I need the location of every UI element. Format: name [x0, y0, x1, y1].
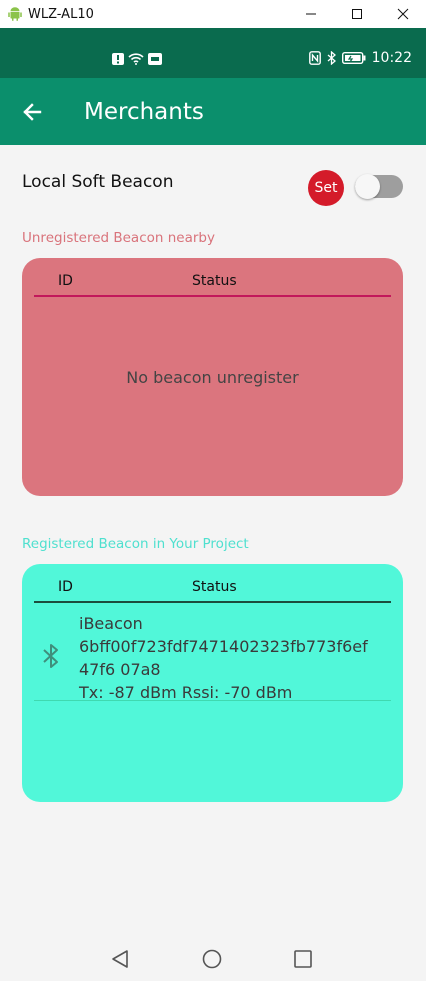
close-icon [397, 8, 409, 20]
nfc-icon [308, 51, 321, 65]
list-item[interactable]: iBeacon 6bff00f723fdf7471402323fb773f6ef… [34, 612, 391, 702]
window-titlebar: WLZ-AL10 [0, 0, 426, 28]
row-divider [34, 700, 391, 701]
back-triangle-icon[interactable] [108, 947, 132, 971]
status-time: 10:22 [371, 50, 412, 66]
app-bar: Merchants [0, 78, 426, 145]
empty-state-text: No beacon unregister [126, 368, 299, 387]
minimize-button[interactable] [288, 0, 334, 28]
bluetooth-icon [43, 644, 58, 668]
registered-table-header: ID Status [34, 564, 391, 603]
arrow-left-icon[interactable] [20, 100, 44, 124]
unregistered-section-label: Unregistered Beacon nearby [22, 230, 215, 246]
unregistered-beacon-card: ID Status No beacon unregister [22, 258, 403, 496]
beacon-uuid-line1: 6bff00f723fdf7471402323fb773f6ef [79, 637, 368, 656]
set-button-label: Set [314, 180, 338, 196]
unregistered-table-header: ID Status [34, 258, 391, 297]
page-title: Merchants [84, 98, 204, 125]
status-bar: 10:22 [0, 28, 426, 78]
close-button[interactable] [380, 0, 426, 28]
bluetooth-status-icon [327, 51, 336, 65]
header-divider [34, 601, 391, 603]
set-button[interactable]: Set [308, 170, 344, 206]
column-id-header: ID [58, 273, 73, 289]
registered-beacon-card: ID Status iBeacon 6bff00f723fdf747140232… [22, 564, 403, 802]
local-soft-beacon-label: Local Soft Beacon [22, 172, 174, 192]
beacon-uuid-line2: 47f6 07a8 [79, 660, 161, 679]
minimize-icon [306, 13, 316, 15]
maximize-icon [352, 9, 362, 19]
wifi-icon [128, 53, 144, 65]
home-circle-icon[interactable] [200, 947, 224, 971]
maximize-button[interactable] [334, 0, 380, 28]
registered-section-label: Registered Beacon in Your Project [22, 536, 249, 552]
android-icon [8, 7, 22, 21]
alert-icon [112, 52, 124, 65]
column-status-header: Status [192, 273, 237, 289]
navigation-bar [0, 935, 426, 981]
beacon-type: iBeacon [79, 614, 143, 633]
toggle-knob [355, 174, 380, 199]
local-soft-beacon-row: Local Soft Beacon Set [22, 170, 404, 206]
battery-icon [341, 52, 366, 64]
nfc-badge-icon [148, 52, 162, 65]
recents-square-icon[interactable] [291, 947, 315, 971]
beacon-details: iBeacon 6bff00f723fdf7471402323fb773f6ef… [79, 612, 368, 704]
window-title: WLZ-AL10 [28, 6, 94, 22]
column-id-header: ID [58, 579, 73, 595]
header-divider [34, 295, 391, 297]
column-status-header: Status [192, 579, 237, 595]
local-beacon-toggle[interactable] [355, 174, 403, 199]
